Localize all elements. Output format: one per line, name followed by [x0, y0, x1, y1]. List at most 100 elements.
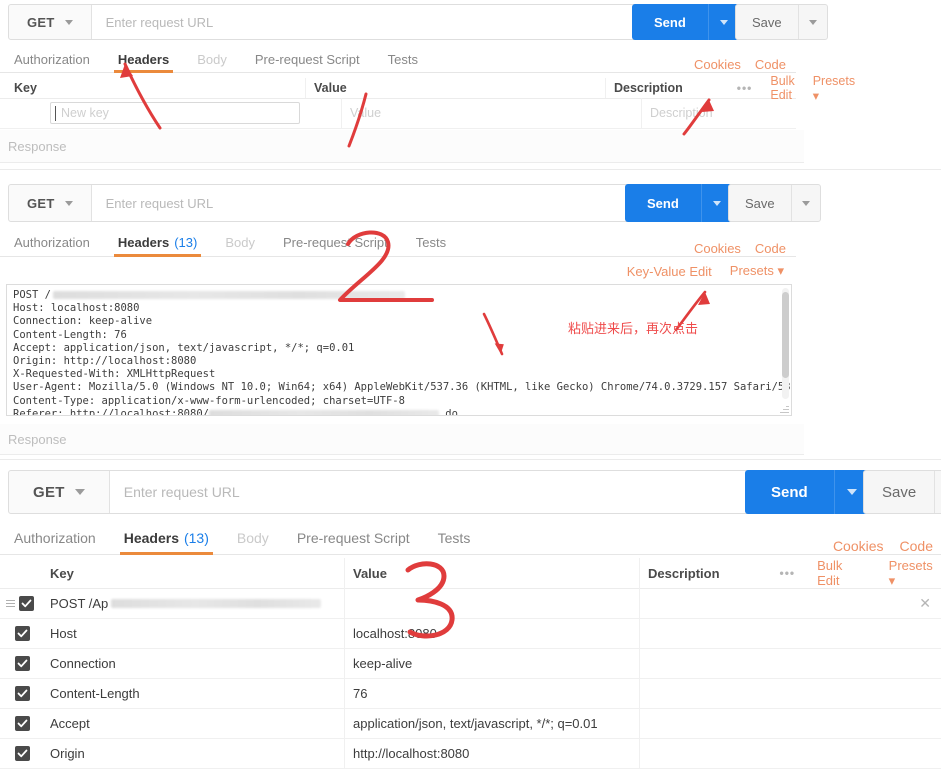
row-checkbox[interactable]	[15, 655, 30, 671]
table-row[interactable]: POST /Ap ✕	[0, 588, 941, 619]
tab-pre-request-script[interactable]: Pre-request Script	[241, 46, 374, 72]
row-value[interactable]: 76	[345, 678, 640, 708]
send-button[interactable]: Send	[632, 4, 708, 40]
row-key[interactable]: Accept	[42, 708, 345, 738]
chevron-down-icon	[808, 19, 817, 25]
row-key[interactable]: Host	[42, 618, 345, 648]
tab-pre-request-script[interactable]: Pre-request Script	[283, 522, 424, 554]
new-value-input[interactable]: Value	[342, 98, 642, 128]
row-key[interactable]: Connection	[42, 648, 345, 678]
tab-body[interactable]: Body	[211, 228, 269, 256]
method-selector[interactable]: GET	[9, 185, 92, 221]
tab-pre-request-script[interactable]: Pre-request Script	[269, 228, 402, 256]
row-value[interactable]: http://localhost:8080	[345, 738, 640, 768]
tab-body[interactable]: Body	[183, 46, 241, 72]
cookies-link[interactable]: Cookies	[694, 241, 741, 256]
row-key[interactable]: Origin	[42, 738, 345, 768]
cookies-link[interactable]: Cookies	[694, 57, 741, 72]
row-key[interactable]: Content-Length	[42, 678, 345, 708]
save-options-button[interactable]	[797, 5, 827, 39]
new-key-input[interactable]: New key	[42, 98, 342, 128]
panel-parsed-headers: GET Enter request URL Params Send Save A…	[0, 462, 941, 771]
url-input[interactable]: Enter request URL	[109, 471, 839, 513]
kv-row-checkbox-slot	[0, 685, 42, 701]
row-value[interactable]	[345, 588, 640, 618]
tab-right-links: Cookies Code	[833, 538, 941, 554]
presets-link[interactable]: Presets ▾	[889, 558, 941, 589]
table-row[interactable]: Content-Length 76	[0, 678, 941, 709]
row-value[interactable]: localhost:8080	[345, 618, 640, 648]
cookies-link[interactable]: Cookies	[833, 538, 884, 554]
response-label: Response	[8, 138, 67, 154]
text-caret	[55, 106, 56, 121]
row-checkbox[interactable]	[15, 745, 30, 761]
code-link[interactable]: Code	[755, 57, 786, 72]
save-button[interactable]: Save	[736, 5, 798, 39]
table-row[interactable]: Origin http://localhost:8080	[0, 738, 941, 769]
row-key[interactable]: POST /Ap	[42, 588, 345, 618]
textarea-scrollbar[interactable]	[782, 288, 789, 399]
kv-head-key: Key	[42, 558, 345, 588]
kv-row-checkbox-slot	[0, 595, 42, 611]
response-section: Response	[0, 130, 804, 163]
tab-tests[interactable]: Tests	[402, 228, 460, 256]
tab-body[interactable]: Body	[223, 522, 283, 554]
save-group: Save	[728, 184, 821, 222]
tab-bar: Authorization Headers (13) Body Pre-requ…	[0, 228, 796, 257]
save-options-button[interactable]	[790, 185, 820, 221]
url-input[interactable]: Enter request URL	[91, 185, 710, 221]
method-selector[interactable]: GET	[9, 471, 110, 513]
save-button[interactable]: Save	[864, 471, 934, 513]
url-input[interactable]: Enter request URL	[91, 5, 710, 39]
kv-row-checkbox-slot	[0, 745, 42, 761]
more-options-icon[interactable]: •••	[737, 81, 753, 95]
tab-headers[interactable]: Headers (13)	[110, 522, 223, 555]
tab-headers[interactable]: Headers	[104, 46, 183, 73]
tab-bar: Authorization Headers Body Pre-request S…	[0, 46, 796, 73]
table-row[interactable]: Host localhost:8080	[0, 618, 941, 649]
close-icon[interactable]: ✕	[919, 595, 931, 612]
kv-head-key: Key	[6, 78, 306, 98]
save-options-button[interactable]	[934, 471, 941, 513]
row-checkbox[interactable]	[15, 685, 30, 701]
bulk-edit-link[interactable]: Bulk Edit	[817, 558, 867, 588]
row-value[interactable]: application/json, text/javascript, */*; …	[345, 708, 640, 738]
kv-row-checkbox-slot	[0, 715, 42, 731]
bulk-edit-textarea[interactable]: POST / Host: localhost:8080 Connection: …	[6, 284, 792, 416]
tab-authorization[interactable]: Authorization	[0, 522, 110, 554]
presets-link[interactable]: Presets ▾	[813, 74, 855, 103]
row-checkbox[interactable]	[15, 625, 30, 641]
more-options-icon[interactable]: •••	[780, 566, 796, 580]
kv-new-row: New key Value Description	[0, 98, 796, 129]
row-checkbox[interactable]	[19, 595, 34, 611]
tab-tests[interactable]: Tests	[424, 522, 485, 554]
row-checkbox[interactable]	[15, 715, 30, 731]
response-label: Response	[8, 431, 67, 447]
save-button[interactable]: Save	[729, 185, 791, 221]
tab-authorization[interactable]: Authorization	[0, 228, 104, 256]
kv-head-value: Value	[345, 558, 640, 588]
row-value[interactable]: keep-alive	[345, 648, 640, 678]
tab-right-links: Cookies Code	[694, 241, 796, 256]
table-row[interactable]: Connection keep-alive	[0, 648, 941, 679]
url-placeholder: Enter request URL	[123, 484, 240, 500]
key-value-edit-link[interactable]: Key-Value Edit	[627, 264, 712, 279]
code-link[interactable]: Code	[755, 241, 786, 256]
bulk-toolbar: Key-Value Edit Presets ▾	[0, 260, 796, 282]
send-button[interactable]: Send	[625, 184, 701, 222]
drag-handle-icon[interactable]	[6, 599, 15, 607]
code-link[interactable]: Code	[900, 538, 933, 554]
url-placeholder: Enter request URL	[105, 14, 214, 30]
presets-link[interactable]: Presets ▾	[730, 263, 784, 279]
kv-table-header: Key Value Description ••• Bulk Edit Pres…	[0, 558, 941, 589]
textarea-resize-handle[interactable]	[779, 403, 790, 414]
new-description-input[interactable]: Description	[642, 106, 796, 120]
chevron-down-icon	[719, 19, 728, 25]
tab-authorization[interactable]: Authorization	[0, 46, 104, 72]
tab-headers[interactable]: Headers (13)	[104, 228, 211, 257]
tab-tests[interactable]: Tests	[374, 46, 432, 72]
new-key-input-box: New key	[50, 102, 300, 124]
table-row[interactable]: Accept application/json, text/javascript…	[0, 708, 941, 739]
method-selector[interactable]: GET	[9, 5, 92, 39]
send-button[interactable]: Send	[745, 470, 834, 514]
